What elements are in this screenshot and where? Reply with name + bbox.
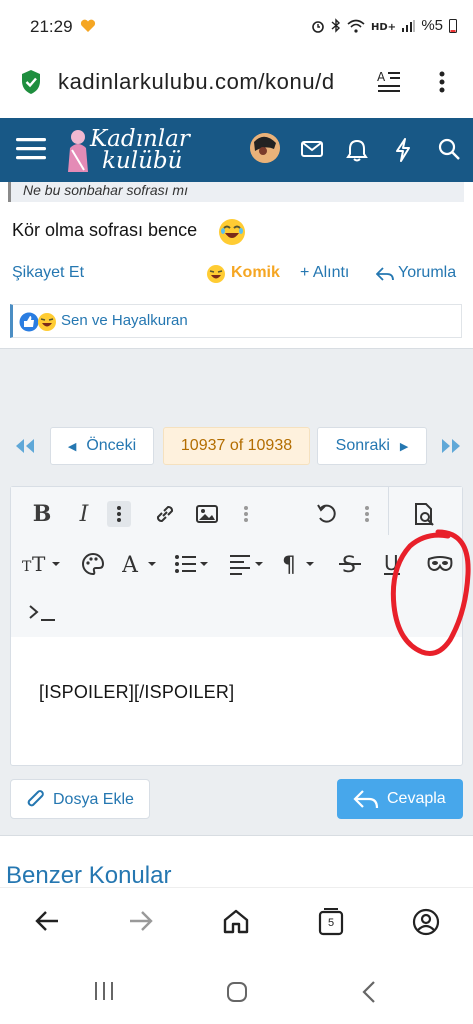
site-header: Kadınlar kulübü xyxy=(0,118,473,182)
next-page-button[interactable]: Sonraki ▶ xyxy=(317,427,427,465)
hamburger-menu-icon[interactable] xyxy=(16,136,46,162)
submit-reply-button[interactable]: Cevapla xyxy=(337,779,463,819)
quote-button[interactable]: + Alıntı xyxy=(300,264,349,282)
laughing-emoji-icon xyxy=(219,219,245,245)
secure-shield-icon[interactable] xyxy=(20,69,42,95)
reactions-text[interactable]: Sen ve Hayalkuran xyxy=(61,312,188,329)
search-icon[interactable] xyxy=(438,138,460,160)
svg-text:HD+: HD+ xyxy=(371,22,395,32)
avatar-image-icon xyxy=(250,133,280,163)
more-insert-options-icon[interactable] xyxy=(239,501,253,527)
translate-icon[interactable]: A xyxy=(376,69,402,95)
previous-page-button[interactable]: ◀ Önceki xyxy=(50,427,154,465)
first-page-icon[interactable] xyxy=(14,437,36,455)
editor-input[interactable]: [ISPOILER][/ISPOILER] xyxy=(39,682,234,703)
back-arrow-icon[interactable] xyxy=(34,908,60,934)
more-history-options-icon[interactable] xyxy=(360,501,374,527)
svg-text:A: A xyxy=(122,553,139,576)
caret-left-icon: ◀ xyxy=(67,440,77,453)
logo-text-line2: kulübü xyxy=(102,148,183,174)
report-link[interactable]: Şikayet Et xyxy=(12,264,84,282)
url-text[interactable]: kadinlarkulubu.com/konu/d xyxy=(58,69,360,95)
battery-icon xyxy=(449,19,457,33)
caret-right-icon: ▶ xyxy=(399,440,409,453)
paperclip-icon xyxy=(27,790,44,807)
preview-icon[interactable] xyxy=(409,501,439,529)
link-icon[interactable] xyxy=(151,501,179,527)
tab-count: 5 xyxy=(327,917,335,929)
current-page-indicator[interactable]: 10937 of 10938 xyxy=(163,427,310,465)
bell-icon[interactable] xyxy=(346,138,368,162)
home-icon[interactable] xyxy=(222,908,250,934)
reply-arrow-icon xyxy=(353,790,379,809)
status-bar: 21:29 HD+ %5 xyxy=(0,0,473,54)
font-family-icon[interactable]: A xyxy=(121,551,163,577)
attach-file-button[interactable]: Dosya Ekle xyxy=(10,779,150,819)
quote-text: Ne bu sonbahar sofrası mı xyxy=(23,182,188,198)
undo-icon[interactable] xyxy=(313,501,341,527)
alarm-icon xyxy=(312,20,325,33)
avatar[interactable] xyxy=(250,133,280,163)
system-back-icon[interactable] xyxy=(360,980,378,1004)
svg-text:T: T xyxy=(22,559,32,575)
hd-plus-icon: HD+ xyxy=(371,22,395,32)
svg-text:T: T xyxy=(32,553,46,575)
similar-threads-title: Benzer Konular xyxy=(6,862,172,889)
svg-text:A: A xyxy=(377,70,386,84)
code-icon[interactable] xyxy=(27,599,57,625)
submit-reply-label: Cevapla xyxy=(387,790,446,807)
post-body: Kör olma sofrası bence xyxy=(12,220,198,240)
status-icons: HD+ %5 xyxy=(311,17,457,34)
reactions-bar[interactable]: Sen ve Hayalkuran xyxy=(10,304,462,338)
bold-icon[interactable]: B xyxy=(29,501,55,527)
align-icon[interactable] xyxy=(227,551,269,577)
highlight-circle-annotation xyxy=(390,529,471,656)
strikethrough-icon[interactable]: S xyxy=(337,551,363,577)
reply-arrow-icon[interactable] xyxy=(376,266,394,282)
status-time: 21:29 xyxy=(30,17,73,36)
previous-page-label: Önceki xyxy=(86,437,137,454)
list-icon[interactable] xyxy=(173,551,215,577)
like-reaction-icon xyxy=(19,312,39,332)
last-page-icon[interactable] xyxy=(440,437,462,455)
laughing-reaction-icon xyxy=(38,313,56,331)
wifi-icon xyxy=(347,19,365,33)
divider xyxy=(0,835,473,836)
battery-level: %5 xyxy=(421,17,443,34)
forward-arrow-icon[interactable] xyxy=(128,908,154,934)
more-vert-icon[interactable] xyxy=(430,69,454,95)
browser-url-bar: kadinlarkulubu.com/konu/d A xyxy=(0,54,473,112)
next-page-label: Sonraki xyxy=(335,437,390,454)
bluetooth-icon xyxy=(331,18,341,33)
font-size-icon[interactable]: TT xyxy=(21,551,63,577)
paragraph-icon[interactable]: ¶ xyxy=(281,551,323,577)
attach-file-label: Dosya Ekle xyxy=(53,791,134,808)
quote-block: Ne bu sonbahar sofrası mı xyxy=(8,182,464,202)
svg-text:¶: ¶ xyxy=(282,553,296,576)
site-logo[interactable]: Kadınlar kulübü xyxy=(64,124,204,178)
recent-apps-icon[interactable] xyxy=(92,980,116,1002)
tabs-button[interactable]: 5 xyxy=(316,908,346,938)
system-home-icon[interactable] xyxy=(225,980,249,1004)
system-nav-bar xyxy=(0,960,473,1024)
signal-icon xyxy=(402,19,416,32)
reply-comment-button[interactable]: Yorumla xyxy=(398,264,456,282)
italic-icon[interactable]: I xyxy=(71,501,97,527)
palette-icon[interactable] xyxy=(79,551,107,577)
current-page-label: 10937 of 10938 xyxy=(180,437,293,454)
more-text-options-icon[interactable] xyxy=(107,501,131,527)
account-icon[interactable] xyxy=(412,908,440,936)
browser-bottom-bar: 5 xyxy=(0,888,473,960)
heart-notification-icon xyxy=(80,19,96,32)
image-icon[interactable] xyxy=(193,501,221,527)
laughing-reaction-icon xyxy=(207,265,225,283)
reaction-comic-button[interactable]: Komik xyxy=(231,264,280,282)
bolt-icon[interactable] xyxy=(394,138,412,162)
messages-icon[interactable] xyxy=(300,138,324,160)
